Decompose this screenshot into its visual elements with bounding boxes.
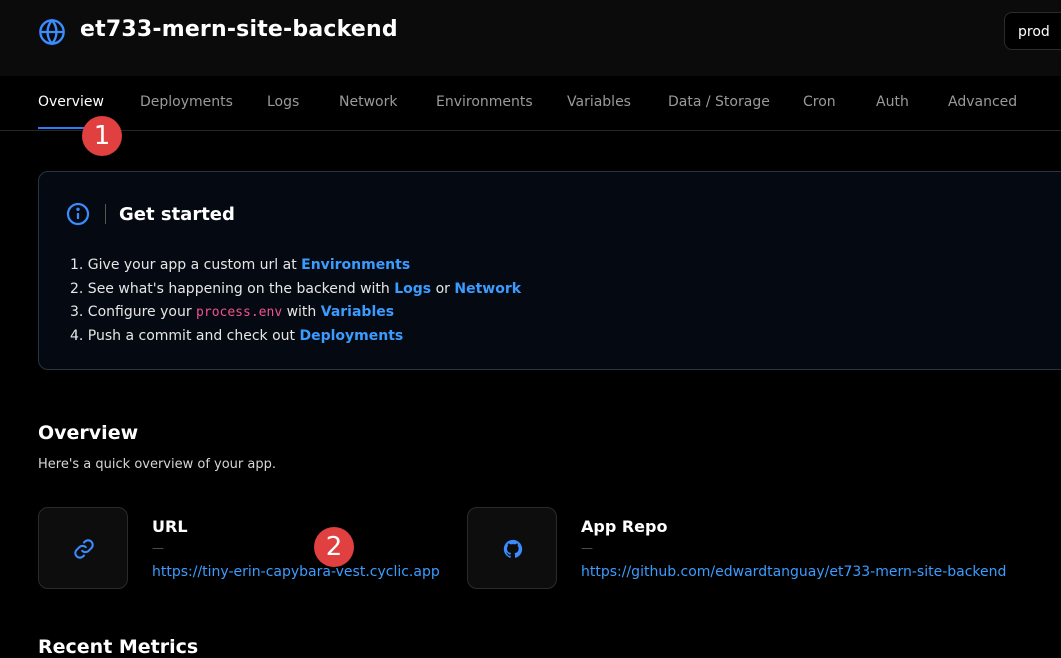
network-link[interactable]: Network <box>454 281 521 297</box>
repo-dash: — <box>581 541 593 555</box>
step-4-text: 4. Push a commit and check out <box>70 327 300 344</box>
url-link[interactable]: https://tiny-erin-capybara-vest.cyclic.a… <box>152 564 440 580</box>
step-3: 3. Configure your process.env with Varia… <box>70 301 521 325</box>
tab-overview[interactable]: Overview <box>38 94 104 110</box>
info-icon <box>66 202 90 226</box>
tab-network[interactable]: Network <box>339 94 397 110</box>
tab-logs[interactable]: Logs <box>267 94 299 110</box>
deployments-link[interactable]: Deployments <box>300 328 404 344</box>
github-icon <box>503 539 523 558</box>
globe-icon <box>39 18 65 46</box>
step-3-text: 3. Configure your <box>70 304 197 320</box>
header-divider <box>105 204 106 224</box>
get-started-steps: 1. Give your app a custom url at Environ… <box>70 254 521 348</box>
repo-link[interactable]: https://github.com/edwardtanguay/et733-m… <box>581 564 1006 580</box>
process-env-code: process.env <box>196 305 283 320</box>
variables-link[interactable]: Variables <box>321 304 394 320</box>
step-2: 2. See what's happening on the backend w… <box>70 278 521 302</box>
overview-subtitle: Here's a quick overview of your app. <box>38 457 277 472</box>
logs-link[interactable]: Logs <box>394 281 431 297</box>
url-icon-box <box>38 507 128 589</box>
repo-title: App Repo <box>581 517 668 536</box>
tab-data-storage[interactable]: Data / Storage <box>668 94 770 110</box>
url-title: URL <box>152 517 188 536</box>
step-2-or: or <box>431 280 455 297</box>
next-section-heading: Recent Metrics <box>38 636 199 658</box>
step-3-with: with <box>282 304 321 320</box>
tab-variables[interactable]: Variables <box>567 94 631 110</box>
tab-advanced[interactable]: Advanced <box>948 94 1017 110</box>
tab-auth[interactable]: Auth <box>876 94 909 110</box>
get-started-title: Get started <box>119 204 235 225</box>
app-title: et733-mern-site-backend <box>80 17 398 42</box>
url-dash: — <box>152 541 164 555</box>
step-4: 4. Push a commit and check out Deploymen… <box>70 325 521 349</box>
tab-bar: Overview Deployments Logs Network Enviro… <box>0 76 1061 131</box>
step-1-text: 1. Give your app a custom url at <box>70 257 302 273</box>
step-1: 1. Give your app a custom url at Environ… <box>70 254 521 278</box>
link-icon <box>74 539 94 559</box>
tab-deployments[interactable]: Deployments <box>140 94 233 110</box>
top-bar: et733-mern-site-backend prod <box>0 0 1061 76</box>
tab-environments[interactable]: Environments <box>436 94 533 110</box>
environments-link[interactable]: Environments <box>301 257 410 273</box>
tab-cron[interactable]: Cron <box>803 94 836 110</box>
repo-icon-box <box>467 507 557 589</box>
environment-selector[interactable]: prod <box>1004 12 1061 50</box>
step-2-text: 2. See what's happening on the backend w… <box>70 280 395 297</box>
annotation-marker-2: 2 <box>314 527 354 567</box>
annotation-marker-1: 1 <box>82 116 122 156</box>
overview-title: Overview <box>38 422 139 444</box>
